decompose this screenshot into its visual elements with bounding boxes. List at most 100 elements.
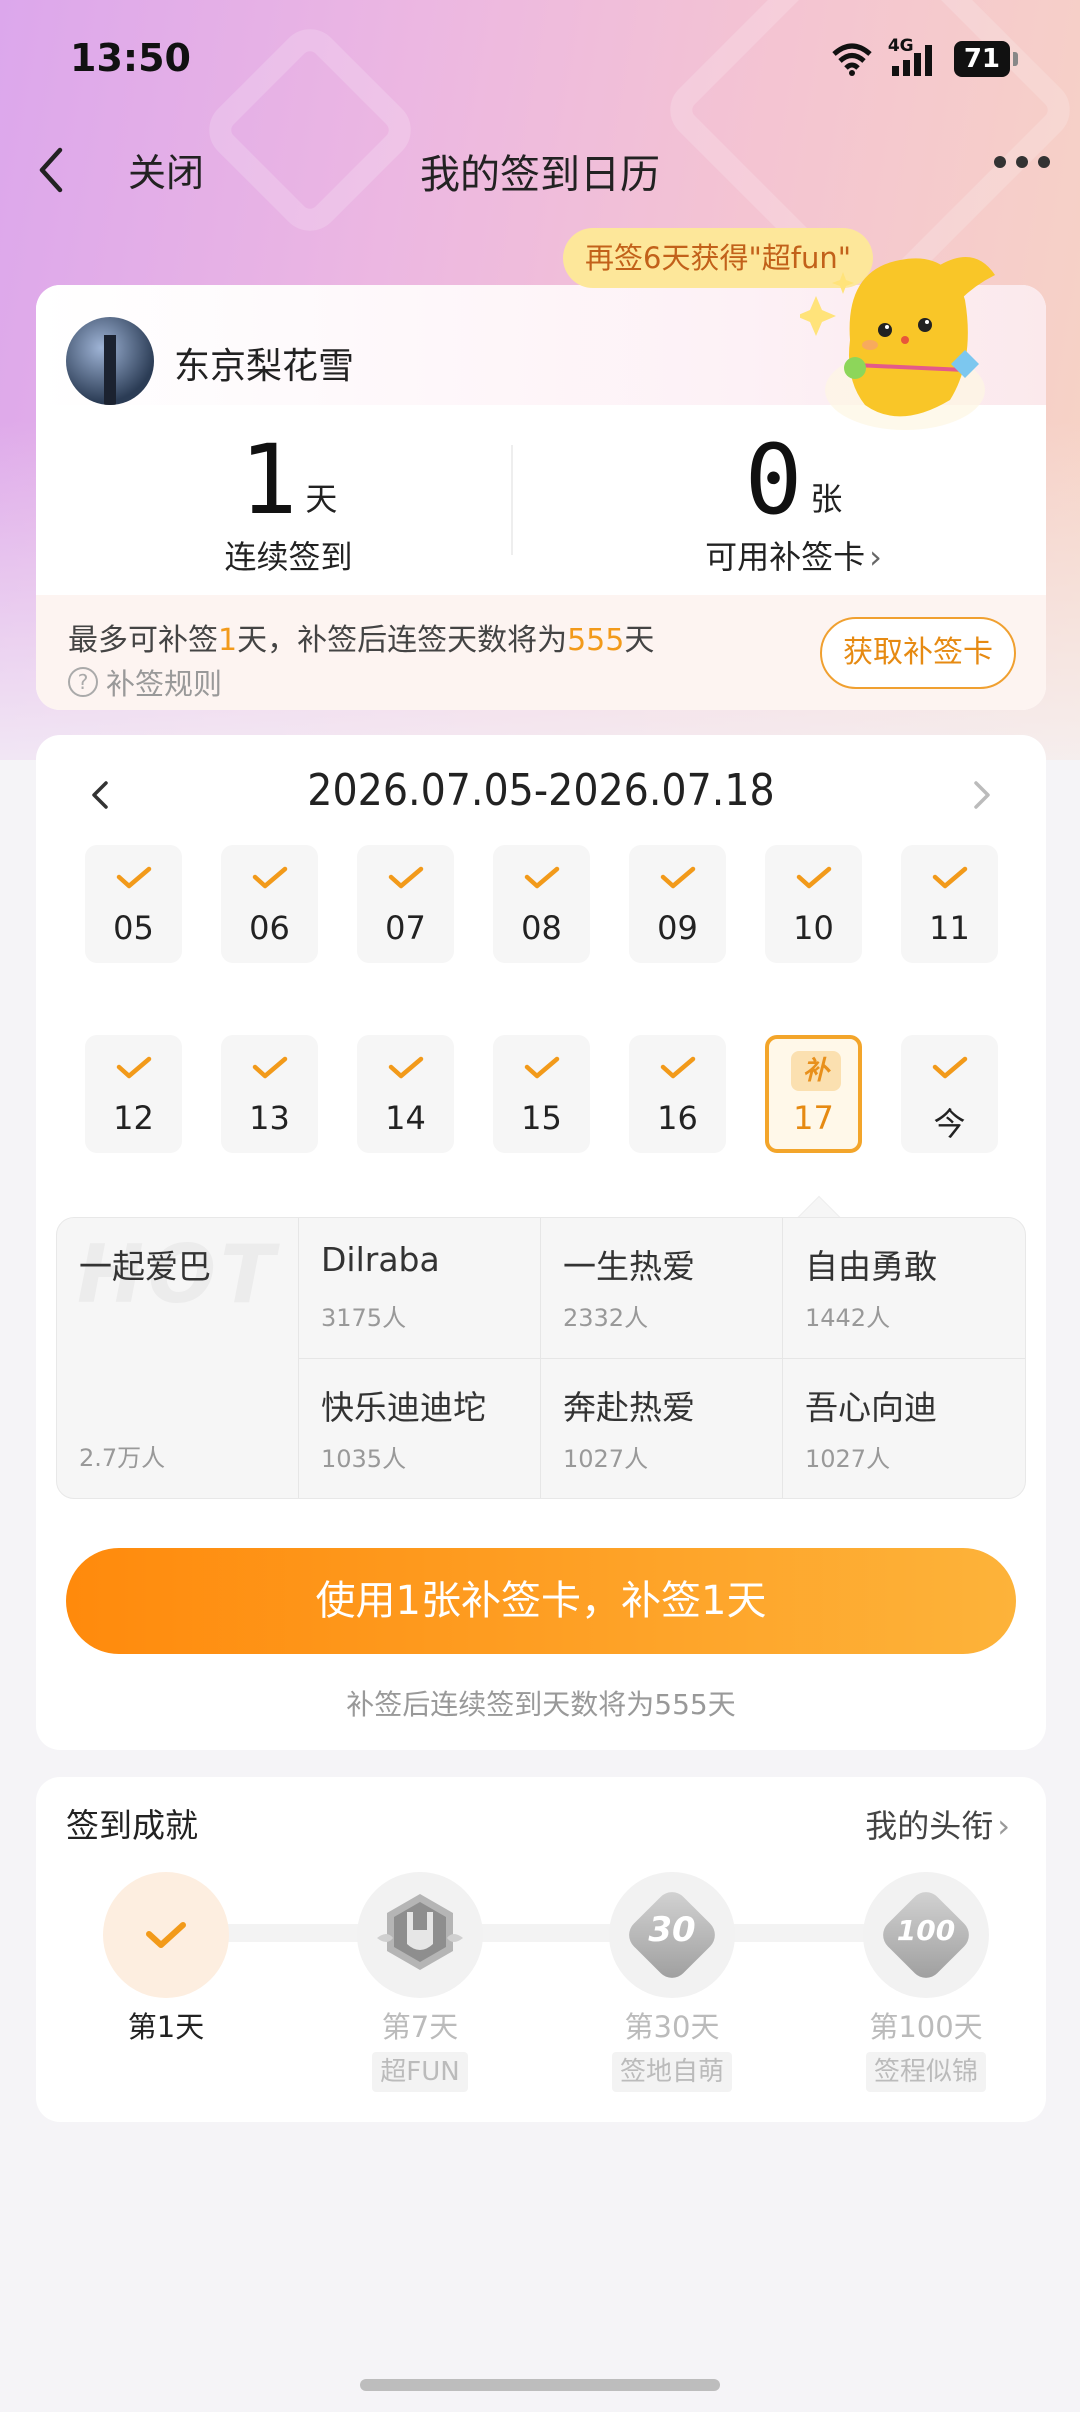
my-titles-label: 我的头衔 [865,1807,994,1845]
battery-indicator: 71 [953,41,1019,77]
calendar-day[interactable]: 今 [901,1035,998,1153]
stats-divider [511,445,513,555]
makeup-text-mid: 天，补签后连签天数将为 [237,623,568,658]
mascot-icon [800,257,995,430]
next-week-icon[interactable] [961,775,1001,815]
achievement-badge: 100 [863,1872,989,1998]
check-icon [116,1056,152,1079]
hot-topic-item[interactable]: 奔赴热爱 1027人 [541,1359,783,1498]
check-icon [932,1056,968,1079]
calendar-day-label: 16 [657,1099,698,1137]
calendar-day-label: 15 [521,1099,562,1137]
achievement-badge [103,1872,229,1998]
achievements-card: 签到成就 我的头衔 › 第1天 第7天 超FUN 30 第30天 签地自萌 10… [36,1777,1046,2122]
home-indicator[interactable] [360,2379,720,2391]
calendar-day-label: 13 [249,1099,290,1137]
makeup-total-value: 555 [567,623,625,658]
hot-featured-item[interactable]: 一起爱巴 2.7万人 [57,1218,299,1498]
calendar-day[interactable]: 补 17 [765,1035,862,1153]
hot-topic-count: 3175人 [321,1304,407,1332]
hot-topic-item[interactable]: 自由勇敢 1442人 [783,1218,1025,1359]
achievement-day-7[interactable]: 第7天 超FUN [330,1872,510,2092]
achievement-day-1[interactable]: 第1天 [76,1872,256,2046]
calendar-day[interactable]: 11 [901,845,998,963]
calendar-day-label: 07 [385,909,426,947]
hot-topic-item[interactable]: 吾心向迪 1027人 [783,1359,1025,1498]
wifi-icon [832,43,872,76]
check-icon [388,866,424,889]
makeup-text-suffix: 天 [624,623,655,658]
check-icon [796,866,832,889]
hot-topic-count: 2332人 [563,1304,649,1332]
makeup-cards-stat[interactable]: 0张 可用补签卡 › [541,430,1046,578]
streak-value: 1 [239,424,298,536]
calendar-day-label: 12 [113,1099,154,1137]
makeup-rules-link[interactable]: ? 补签规则 [68,661,222,703]
makeup-result-hint: 补签后连续签到天数将为555天 [346,1688,736,1721]
achievement-badge: 30 [609,1872,735,1998]
achievement-day-100[interactable]: 100 第100天 签程似锦 [836,1872,1016,2092]
achievement-title-tag: 签程似锦 [865,2052,986,2092]
achievement-badge [357,1872,483,1998]
calendar-day[interactable]: 10 [765,845,862,963]
check-icon [388,1056,424,1079]
check-icon [252,1056,288,1079]
question-mark-icon: ? [68,667,98,697]
calendar-day-label: 10 [793,909,834,947]
check-icon [524,866,560,889]
status-time: 13:50 [70,36,191,80]
calendar-day-label: 06 [249,909,290,947]
calendar-day[interactable]: 07 [357,845,454,963]
calendar-day[interactable]: 09 [629,845,726,963]
status-bar: 13:50 4G 71 [0,0,1080,120]
hot-topic-count: 1442人 [805,1304,891,1332]
avatar[interactable] [66,317,154,405]
check-icon [660,1056,696,1079]
makeup-cards-value: 0 [744,424,803,536]
achievement-label: 第30天 [624,2010,720,2044]
page-title: 我的签到日历 [420,152,660,198]
achievement-progress-track [156,1924,926,1942]
date-range: 2026.07.05-2026.07.18 [307,765,775,816]
rock-hand-badge-icon [377,1894,463,1970]
achievement-label: 第1天 [127,2010,205,2044]
calendar-day-label: 09 [657,909,698,947]
calendar-day[interactable]: 14 [357,1035,454,1153]
get-makeup-card-button[interactable]: 获取补签卡 [820,617,1016,689]
calendar-day[interactable]: 13 [221,1035,318,1153]
signal-icon: 4G [888,36,940,78]
makeup-info-bar: 最多可补签1天，补签后连签天数将为555天 ? 补签规则 获取补签卡 [36,595,1046,710]
achievement-day-30[interactable]: 30 第30天 签地自萌 [582,1872,762,2092]
check-icon [660,866,696,889]
my-titles-link[interactable]: 我的头衔 › [865,1801,1010,1847]
use-makeup-card-button[interactable]: 使用1张补签卡，补签1天 [66,1548,1016,1654]
calendar-day[interactable]: 08 [493,845,590,963]
calendar-card: 2026.07.05-2026.07.18 05 06 07 08 09 10 11 12 1… [36,735,1046,1750]
hot-topic-count: 1027人 [805,1445,891,1473]
more-options-icon[interactable] [994,156,1050,168]
calendar-day[interactable]: 12 [85,1035,182,1153]
calendar-day[interactable]: 15 [493,1035,590,1153]
badge-number: 30 [648,1910,696,1950]
hot-featured-name: 一起爱巴 [79,1247,211,1286]
calendar-day-label: 05 [113,909,154,947]
status-icons: 4G 71 [830,36,1019,78]
makeup-rules-label: 补签规则 [106,667,223,701]
calendar-day[interactable]: 06 [221,845,318,963]
hot-topic-count: 1027人 [563,1445,649,1473]
hot-topic-name: 一生热爱 [563,1247,695,1286]
hot-topic-item[interactable]: Dilraba 3175人 [299,1218,541,1359]
hot-topic-item[interactable]: 一生热爱 2332人 [541,1218,783,1359]
check-icon [146,1922,186,1948]
hot-featured-count: 2.7万人 [79,1444,166,1472]
badge-number: 100 [896,1914,956,1947]
makeup-badge: 补 [791,1051,841,1091]
hot-topic-item[interactable]: 快乐迪迪坨 1035人 [299,1359,541,1498]
calendar-day-label: 11 [929,909,970,947]
navigation-bar: 关闭 我的签到日历 [0,120,1080,220]
calendar-day[interactable]: 16 [629,1035,726,1153]
chevron-right-icon: › [869,538,882,576]
calendar-day[interactable]: 05 [85,845,182,963]
achievement-label: 第7天 [381,2010,459,2044]
calendar-day-label: 14 [385,1099,426,1137]
